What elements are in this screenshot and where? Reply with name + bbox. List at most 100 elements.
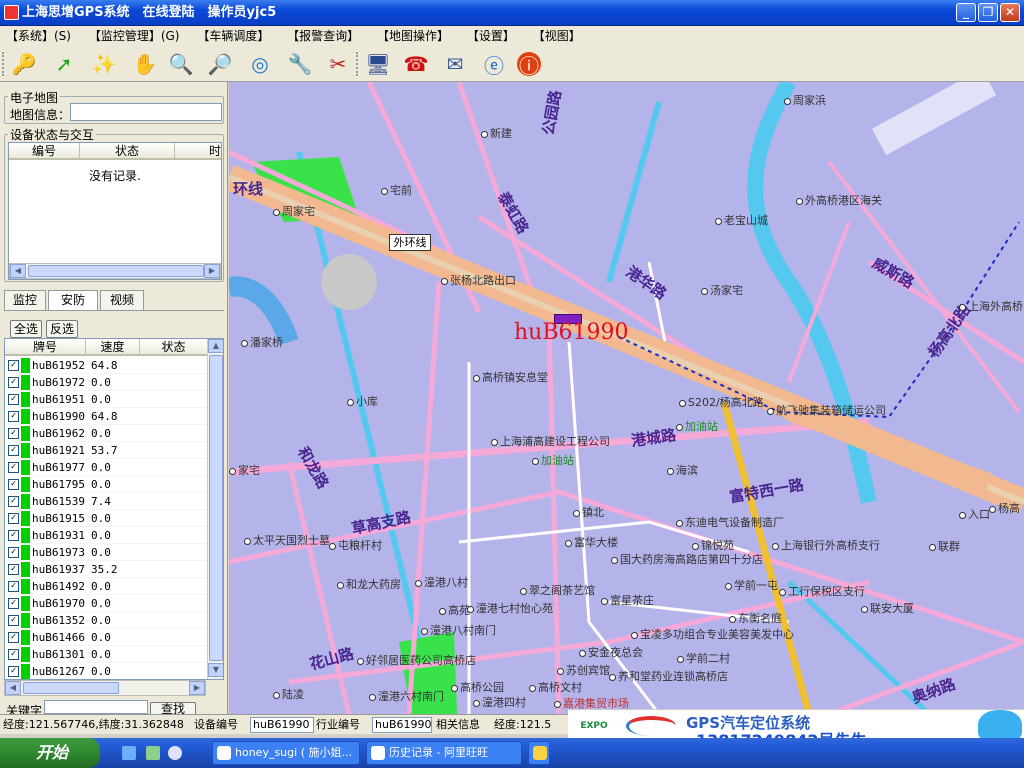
vehicle-checkbox[interactable]: ✓ (8, 530, 19, 541)
menu-dispatch[interactable]: 【车辆调度】 (197, 29, 269, 43)
scroll-up-button[interactable]: ▲ (208, 339, 223, 353)
info-icon[interactable]: ⓘ (517, 52, 541, 78)
device-scroll-thumb[interactable] (28, 265, 204, 277)
quicklaunch-icon[interactable] (146, 746, 160, 760)
vehicle-row[interactable]: ✓ huB61990 64.8 (5, 408, 207, 425)
col-plate[interactable]: 牌号 (5, 339, 85, 355)
vehicle-row[interactable]: ✓ huB61973 0.0 (5, 544, 207, 561)
close-button[interactable]: ✕ (1000, 3, 1020, 22)
col-state[interactable]: 状态 (139, 339, 207, 355)
vehicle-row[interactable]: ✓ huB61466 0.0 (5, 629, 207, 646)
vehicle-checkbox[interactable]: ✓ (8, 666, 19, 677)
quicklaunch-icon[interactable] (168, 746, 182, 760)
vehicle-checkbox[interactable]: ✓ (8, 513, 19, 524)
ie-icon[interactable]: ⓔ (480, 50, 508, 78)
vehicle-row[interactable]: ✓ huB61972 0.0 (5, 374, 207, 391)
vehicle-list-vscrollbar[interactable]: ▲ ▼ (207, 339, 223, 679)
vehicle-row[interactable]: ✓ huB61267 0.0 (5, 663, 207, 679)
col-time[interactable]: 时 (174, 143, 221, 159)
vehicle-map-label[interactable]: huB61990 (514, 320, 629, 345)
map-info-field[interactable] (70, 103, 222, 121)
device-number-field[interactable]: huB61990 (250, 717, 314, 733)
vehicle-row[interactable]: ✓ huB61970 0.0 (5, 595, 207, 612)
vehicle-row[interactable]: ✓ huB61931 0.0 (5, 527, 207, 544)
maximize-button[interactable]: ❐ (978, 3, 998, 22)
vehicle-row[interactable]: ✓ huB61921 53.7 (5, 442, 207, 459)
hand-pan-icon[interactable]: ✋ (131, 50, 159, 78)
vehicle-row[interactable]: ✓ huB61937 35.2 (5, 561, 207, 578)
vehicle-row[interactable]: ✓ huB61301 0.0 (5, 646, 207, 663)
vehicle-row[interactable]: ✓ huB61977 0.0 (5, 459, 207, 476)
mail-icon[interactable]: ✉ (441, 50, 469, 78)
menu-monitor[interactable]: 【监控管理】(G) (89, 29, 180, 43)
key-icon[interactable]: 🔑 (10, 50, 38, 78)
scroll-right-button[interactable]: ▶ (189, 681, 205, 695)
menu-view[interactable]: 【视图】 (533, 29, 581, 43)
vehicle-checkbox[interactable]: ✓ (8, 462, 19, 473)
menu-alarm[interactable]: 【报警查询】 (287, 29, 359, 43)
vehicle-hscroll-thumb[interactable] (23, 682, 119, 694)
vehicle-checkbox[interactable]: ✓ (8, 632, 19, 643)
vehicle-checkbox[interactable]: ✓ (8, 428, 19, 439)
vehicle-row[interactable]: ✓ huB61352 0.0 (5, 612, 207, 629)
vehicle-checkbox[interactable]: ✓ (8, 581, 19, 592)
vehicle-checkbox[interactable]: ✓ (8, 411, 19, 422)
vehicle-checkbox[interactable]: ✓ (8, 615, 19, 626)
vehicle-checkbox[interactable]: ✓ (8, 598, 19, 609)
vehicle-row[interactable]: ✓ huB61962 0.0 (5, 425, 207, 442)
monitor-icon[interactable]: 🖥 (364, 50, 392, 78)
tab-monitor[interactable]: 监控 (4, 290, 46, 310)
vehicle-row[interactable]: ✓ huB61795 0.0 (5, 476, 207, 493)
scroll-down-button[interactable]: ▼ (208, 663, 223, 677)
vehicle-checkbox[interactable]: ✓ (8, 377, 19, 388)
quicklaunch-icon[interactable] (122, 746, 136, 760)
scroll-right-button[interactable]: ▶ (204, 264, 220, 278)
industry-number-field[interactable]: huB61990 (372, 717, 432, 733)
wrench-icon[interactable]: 🔧 (286, 50, 314, 78)
vehicle-scroll-thumb[interactable] (209, 355, 223, 661)
scroll-left-button[interactable]: ◀ (10, 264, 26, 278)
vehicle-row[interactable]: ✓ huB61915 0.0 (5, 510, 207, 527)
taskbar-item-qq[interactable]: honey_sugi ( 施小姐... (212, 741, 360, 765)
vehicle-checkbox[interactable]: ✓ (8, 360, 19, 371)
vehicle-row[interactable]: ✓ huB61951 0.0 (5, 391, 207, 408)
vehicle-row[interactable]: ✓ huB61492 0.0 (5, 578, 207, 595)
keyword-input[interactable] (44, 700, 148, 714)
start-button[interactable]: 开始 (0, 738, 100, 768)
vehicle-checkbox[interactable]: ✓ (8, 479, 19, 490)
tools-icon[interactable]: ✂ (324, 50, 352, 78)
col-status[interactable]: 状态 (79, 143, 174, 159)
menu-system[interactable]: 【系统】(S) (6, 29, 71, 43)
phone-icon[interactable]: ☎ (402, 50, 430, 78)
vehicle-checkbox[interactable]: ✓ (8, 649, 19, 660)
select-all-button[interactable]: 全选 (10, 320, 42, 338)
tab-security[interactable]: 安防 (48, 290, 98, 311)
scroll-left-button[interactable]: ◀ (5, 681, 21, 695)
taskbar-item-more[interactable] (528, 741, 550, 765)
minimize-button[interactable]: _ (956, 3, 976, 22)
map-view[interactable]: 外环线 huB61990 环线 公园路 泰虹路 港华路 威斯路 杨高北路 港城路… (229, 82, 1024, 714)
vehicle-checkbox[interactable]: ✓ (8, 445, 19, 456)
zoom-out-icon[interactable]: 🔎 (206, 50, 234, 78)
vehicle-checkbox[interactable]: ✓ (8, 547, 19, 558)
col-speed[interactable]: 速度 (85, 339, 139, 355)
tab-video[interactable]: 视频 (100, 290, 144, 310)
device-list-hscrollbar[interactable]: ◀ ▶ (9, 263, 221, 279)
invert-select-button[interactable]: 反选 (46, 320, 78, 338)
vehicle-checkbox[interactable]: ✓ (8, 564, 19, 575)
pointer-icon[interactable]: ➚ (50, 50, 78, 78)
zoom-center-icon[interactable]: ◎ (246, 50, 274, 78)
vehicle-list[interactable]: 牌号 速度 状态 ✓ huB61952 64.8 ✓ huB61972 0.0 ✓ huB61… (4, 338, 224, 680)
menu-settings[interactable]: 【设置】 (467, 29, 515, 43)
col-number[interactable]: 编号 (9, 143, 79, 159)
zoom-in-icon[interactable]: 🔍 (167, 50, 195, 78)
vehicle-checkbox[interactable]: ✓ (8, 394, 19, 405)
device-list[interactable]: 编号 状态 时 没有记录. ◀ ▶ (8, 142, 222, 280)
menu-map-ops[interactable]: 【地图操作】 (377, 29, 449, 43)
vehicle-row[interactable]: ✓ huB61539 7.4 (5, 493, 207, 510)
vehicle-checkbox[interactable]: ✓ (8, 496, 19, 507)
vehicle-row[interactable]: ✓ huB61952 64.8 (5, 357, 207, 374)
window-title-bar[interactable]: 上海思增GPS系统 在线登陆 操作员yjc5 _ ❐ ✕ (0, 0, 1024, 26)
magic-wand-icon[interactable]: ✨ (90, 50, 118, 78)
vehicle-list-hscrollbar[interactable]: ◀ ▶ (4, 680, 206, 696)
